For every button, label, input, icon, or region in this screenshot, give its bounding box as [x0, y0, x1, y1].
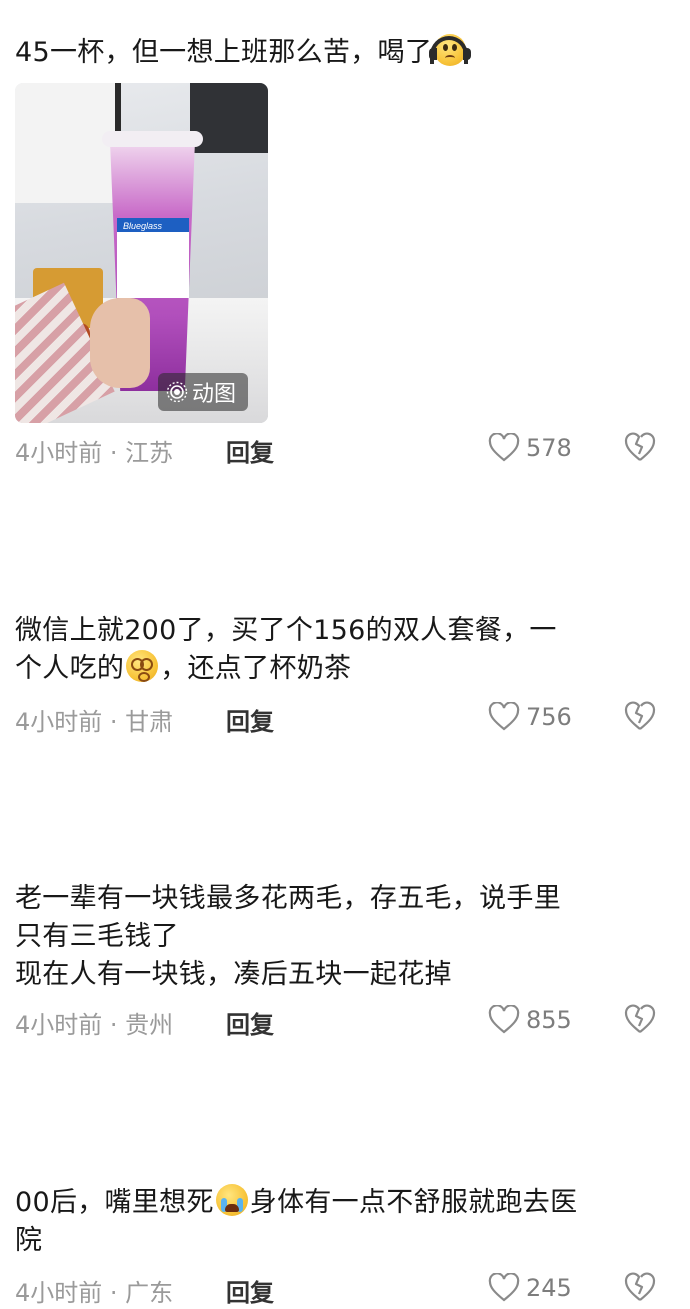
comment-text-line: 身体有一点不舒服就跑去医	[249, 1187, 578, 1218]
loudly-crying-face-emoji-icon	[215, 1184, 248, 1216]
comment-time-location: 4小时前 · 江苏	[15, 439, 174, 467]
live-photo-icon	[166, 381, 188, 403]
comment-text-line: 现在人有一块钱，凑后五块一起花掉	[15, 959, 452, 990]
broken-heart-icon	[624, 432, 656, 461]
heart-icon	[488, 433, 520, 462]
heart-icon	[488, 1273, 520, 1302]
badge-label: 动图	[192, 382, 237, 407]
reply-button[interactable]: 回复	[226, 433, 274, 468]
broken-heart-icon	[624, 1272, 656, 1301]
like-count: 245	[526, 1274, 572, 1302]
comment-text-line: 个人吃的	[15, 653, 125, 684]
broken-heart-icon	[624, 701, 656, 730]
comment-text-line: 院	[15, 1225, 43, 1256]
heart-icon	[488, 1005, 520, 1034]
like-count: 855	[526, 1006, 572, 1034]
comment-text: 00后，嘴里想死 身体有一点不舒服就跑去医 院	[15, 1184, 665, 1260]
dislike-button[interactable]	[623, 700, 657, 738]
comment-text: 老一辈有一块钱最多花两毛，存五毛，说手里 只有三毛钱了 现在人有一块钱，凑后五块…	[15, 880, 665, 994]
reply-button[interactable]: 回复	[226, 702, 274, 737]
reply-button[interactable]: 回复	[226, 1005, 274, 1040]
comment-meta: 4小时前 · 甘肃 回复 756	[15, 701, 675, 736]
animated-badge: 动图	[158, 373, 249, 411]
comment-text-line: ，还点了杯奶茶	[160, 653, 352, 684]
like-count: 578	[526, 434, 572, 462]
like-count: 756	[526, 703, 572, 731]
dislike-button[interactable]	[623, 1003, 657, 1041]
like-button[interactable]: 855	[488, 1005, 572, 1035]
comment-text: 微信上就200了，买了个156的双人套餐，一 个人吃的 ，还点了杯奶茶	[15, 612, 665, 688]
comment-time-location: 4小时前 · 甘肃	[15, 708, 174, 736]
comment-text-line: 只有三毛钱了	[15, 921, 179, 952]
comment-text-line: 45一杯，但一想上班那么苦，喝了	[15, 37, 433, 68]
comment-text-line: 老一辈有一块钱最多花两毛，存五毛，说手里	[15, 883, 561, 914]
dislike-button[interactable]	[623, 431, 657, 469]
heart-icon	[488, 702, 520, 731]
comment-text: 45一杯，但一想上班那么苦，喝了	[15, 34, 665, 72]
like-button[interactable]: 756	[488, 702, 572, 732]
comment-text-line: 微信上就200了，买了个156的双人套餐，一	[15, 615, 557, 646]
comment-text-line: 00后，嘴里想死	[15, 1187, 214, 1218]
comment-meta: 4小时前 · 江苏 回复 578	[15, 432, 675, 467]
like-button[interactable]: 578	[488, 433, 572, 463]
broken-heart-icon	[624, 1004, 656, 1033]
comment-meta: 4小时前 · 贵州 回复 855	[15, 1004, 675, 1039]
dizzy-face-emoji-icon	[126, 650, 159, 682]
comment-animated-image[interactable]: Blueglass 动图	[15, 83, 268, 423]
comment-meta: 4小时前 · 广东 回复 245	[15, 1272, 675, 1307]
dislike-button[interactable]	[623, 1271, 657, 1309]
comment-time-location: 4小时前 · 贵州	[15, 1011, 174, 1039]
like-button[interactable]: 245	[488, 1273, 572, 1303]
cup-brand-text: Blueglass	[123, 221, 163, 231]
headphone-face-emoji-icon	[429, 34, 472, 66]
